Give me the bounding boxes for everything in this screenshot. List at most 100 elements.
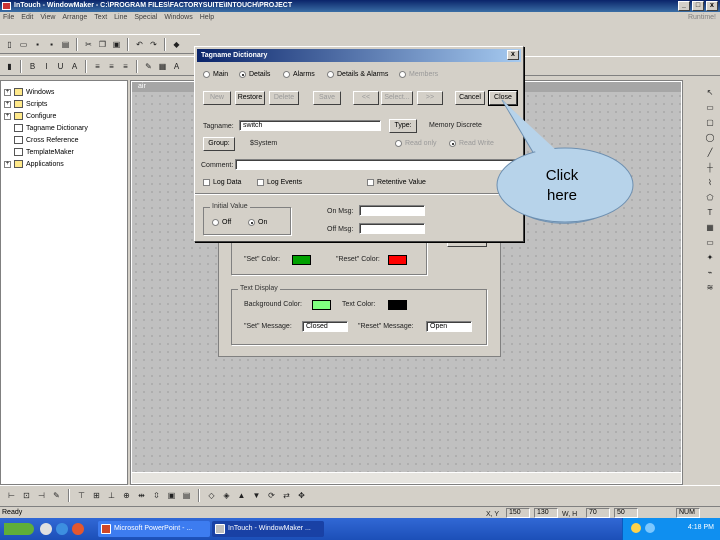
trend-tool-icon[interactable]: ⌁ — [704, 266, 716, 278]
menu-text[interactable]: Text — [94, 12, 107, 24]
horizontal-scrollbar[interactable] — [132, 472, 681, 483]
align-bottom-icon[interactable]: ⊥ — [106, 490, 117, 501]
off-msg-field[interactable] — [359, 223, 425, 234]
previous-button[interactable]: << — [353, 91, 379, 105]
font-size-icon[interactable]: A — [69, 61, 80, 72]
text-tool-icon[interactable]: T — [704, 206, 716, 218]
media-player-icon[interactable] — [72, 523, 84, 535]
menu-arrange[interactable]: Arrange — [62, 12, 87, 24]
initial-off-radio[interactable]: Off — [212, 219, 231, 226]
polyline-tool-icon[interactable]: ⌇ — [704, 176, 716, 188]
pencil-icon[interactable]: ✎ — [51, 490, 62, 501]
space-vertical-icon[interactable]: ⇳ — [151, 490, 162, 501]
italic-icon[interactable]: I — [41, 61, 52, 72]
align-left-edge-icon[interactable]: ⊢ — [6, 490, 17, 501]
make-symbol-icon[interactable]: ◇ — [206, 490, 217, 501]
initial-on-radio[interactable]: On — [248, 219, 267, 226]
cancel-button[interactable]: Cancel — [455, 91, 485, 105]
bring-to-front-icon[interactable]: ▲ — [236, 490, 247, 501]
reset-message-field[interactable]: Open — [426, 321, 472, 332]
menu-file[interactable]: File — [3, 12, 14, 24]
undo-icon[interactable]: ↶ — [134, 39, 145, 50]
reset-color-swatch[interactable] — [388, 255, 407, 265]
menu-special[interactable]: Special — [134, 12, 157, 24]
internet-explorer-icon[interactable] — [56, 523, 68, 535]
print-icon[interactable]: ▤ — [60, 39, 71, 50]
rectangle-tool-icon[interactable]: ▭ — [704, 101, 716, 113]
show-desktop-icon[interactable] — [40, 523, 52, 535]
text-color-swatch[interactable] — [388, 300, 407, 310]
restore-button[interactable]: Restore — [235, 91, 265, 105]
tree-item-windows[interactable]: + Windows — [4, 87, 54, 97]
make-cell-icon[interactable]: ▣ — [166, 490, 177, 501]
menu-edit[interactable]: Edit — [21, 12, 33, 24]
copy-icon[interactable]: ❐ — [97, 39, 108, 50]
log-data-checkbox[interactable]: Log Data — [203, 179, 241, 186]
minimize-button[interactable]: _ — [678, 1, 690, 11]
taskbar-item-powerpoint[interactable]: Microsoft PowerPoint - ... — [98, 521, 210, 537]
maximize-button[interactable]: □ — [692, 1, 704, 11]
save-icon[interactable]: ▪ — [32, 39, 43, 50]
menu-view[interactable]: View — [40, 12, 55, 24]
send-to-back-icon[interactable]: ▼ — [251, 490, 262, 501]
paste-icon[interactable]: ▣ — [111, 39, 122, 50]
set-color-swatch[interactable] — [292, 255, 311, 265]
hv-line-tool-icon[interactable]: ┼ — [704, 161, 716, 173]
background-color-swatch[interactable] — [312, 300, 331, 310]
bold-icon[interactable]: B — [27, 61, 38, 72]
tray-icon[interactable] — [631, 523, 641, 533]
expand-icon[interactable]: + — [4, 100, 11, 108]
rounded-rect-tool-icon[interactable]: ▢ — [704, 116, 716, 128]
redo-icon[interactable]: ↷ — [148, 39, 159, 50]
expand-icon[interactable]: + — [4, 160, 11, 168]
space-horizontal-icon[interactable]: ⇹ — [136, 490, 147, 501]
center-points-icon[interactable]: ⊕ — [121, 490, 132, 501]
dialog-title-close-button[interactable]: x — [507, 50, 519, 60]
line-tool-icon[interactable]: ╱ — [704, 146, 716, 158]
view-details-alarms-radio[interactable]: Details & Alarms — [327, 71, 388, 78]
align-middle-icon[interactable]: ⊞ — [91, 490, 102, 501]
break-symbol-icon[interactable]: ◈ — [221, 490, 232, 501]
break-cell-icon[interactable]: ▤ — [181, 490, 192, 501]
menu-windows[interactable]: Windows — [164, 12, 192, 24]
underline-icon[interactable]: U — [55, 61, 66, 72]
ellipse-tool-icon[interactable]: ◯ — [704, 131, 716, 143]
align-top-icon[interactable]: ⊤ — [76, 490, 87, 501]
flip-icon[interactable]: ⇄ — [281, 490, 292, 501]
retentive-value-checkbox[interactable]: Retentive Value — [367, 179, 426, 186]
line-color-icon[interactable]: ✎ — [143, 61, 154, 72]
new-icon[interactable]: ▯ — [4, 39, 15, 50]
menu-help[interactable]: Help — [200, 12, 214, 24]
set-message-field[interactable]: Closed — [302, 321, 348, 332]
layout-icon[interactable]: ▮ — [4, 61, 15, 72]
align-center-icon[interactable]: ⊡ — [21, 490, 32, 501]
delete-button[interactable]: Delete — [269, 91, 299, 105]
runtime-menu[interactable]: Runtime! — [688, 12, 716, 24]
button-tool-icon[interactable]: ▭ — [704, 236, 716, 248]
open-icon[interactable]: ▭ — [18, 39, 29, 50]
align-right-edge-icon[interactable]: ⊣ — [36, 490, 47, 501]
snap-icon[interactable]: ✥ — [296, 490, 307, 501]
select-button[interactable]: Select... — [381, 91, 413, 105]
group-button[interactable]: Group: — [203, 137, 235, 151]
next-button[interactable]: >> — [417, 91, 443, 105]
view-main-radio[interactable]: Main — [203, 71, 228, 78]
text-color-icon[interactable]: A — [171, 61, 182, 72]
dialog-close-button[interactable]: Close — [488, 90, 518, 106]
tree-item-configure[interactable]: + Configure — [4, 111, 56, 121]
align-left-icon[interactable]: ≡ — [92, 61, 103, 72]
tree-item-scripts[interactable]: + Scripts — [4, 99, 47, 109]
view-alarms-radio[interactable]: Alarms — [283, 71, 315, 78]
taskbar-item-intouch[interactable]: InTouch - WindowMaker ... — [212, 521, 324, 537]
view-details-radio[interactable]: Details — [239, 71, 270, 78]
close-button[interactable]: x — [706, 1, 718, 11]
fill-color-icon[interactable]: ▦ — [157, 61, 168, 72]
runtime-icon[interactable]: ◆ — [171, 39, 182, 50]
save-all-icon[interactable]: ▪ — [46, 39, 57, 50]
new-button[interactable]: New — [203, 91, 231, 105]
align-center-icon[interactable]: ≡ — [106, 61, 117, 72]
cut-icon[interactable]: ✂ — [83, 39, 94, 50]
tagname-field[interactable]: switch — [239, 120, 381, 131]
type-button[interactable]: Type: — [389, 119, 417, 133]
bitmap-tool-icon[interactable]: ▦ — [704, 221, 716, 233]
